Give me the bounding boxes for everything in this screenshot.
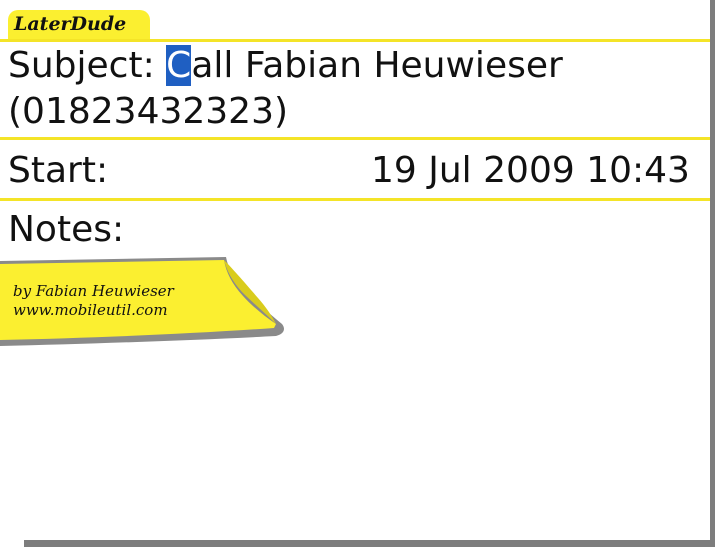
device-frame-right (710, 0, 715, 547)
sticky-note-line2: www.mobileutil.com (13, 301, 168, 319)
start-label: Start: (8, 150, 109, 191)
start-datetime-field[interactable]: 19 Jul 2009 10:43 (371, 153, 690, 189)
notes-label: Notes: (8, 209, 125, 250)
text-cursor: C (166, 45, 192, 86)
device-frame-bottom (24, 540, 715, 547)
separator-top (0, 39, 710, 42)
app-title: LaterDude (14, 13, 127, 35)
separator-subject (0, 137, 710, 140)
later-dude-screen: LaterDude Subject: Call Fabian Heuwieser… (0, 0, 715, 547)
separator-start (0, 198, 710, 201)
sticky-note-line1: by Fabian Heuwieser (13, 282, 174, 300)
subject-value-line1: all Fabian Heuwieser (191, 45, 563, 86)
subject-field[interactable]: Subject: Call Fabian Heuwieser (8, 45, 563, 86)
subject-label: Subject: (8, 45, 155, 86)
subject-value-line2[interactable]: (01823432323) (8, 94, 288, 130)
